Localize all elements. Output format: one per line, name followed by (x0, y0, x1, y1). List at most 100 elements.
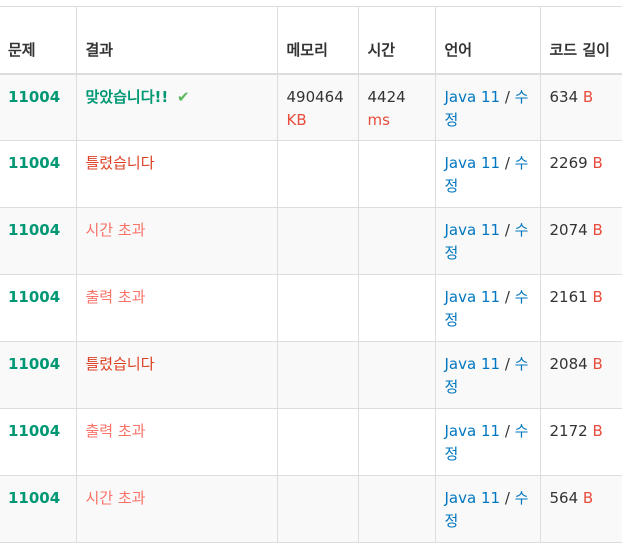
problem-cell: 11004 (0, 141, 76, 208)
time-cell (357, 140, 435, 208)
problem-link[interactable]: 11004 (8, 355, 60, 373)
result-cell: 출력 초과 (75, 408, 277, 476)
table-row: 11004 시간 초과 Java 11 / 수정 2074 B (0, 207, 622, 275)
language-link[interactable]: Java 11 (445, 489, 501, 507)
code-length-cell: 2269 B (539, 140, 622, 208)
memory-cell (276, 274, 358, 342)
table-row: 11004 출력 초과 Java 11 / 수정 2172 B (0, 408, 622, 476)
problem-cell: 11004 (0, 409, 76, 476)
language-cell: Java 11 / 수정 (434, 475, 540, 543)
memory-cell: 490464 KB (276, 73, 358, 141)
result-cell: 시간 초과 (75, 207, 277, 275)
code-length-value: 2269 (549, 154, 588, 172)
code-length-value: 634 (549, 87, 579, 106)
language-cell: Java 11 / 수정 (434, 207, 540, 275)
code-length-cell: 2074 B (539, 207, 622, 275)
language-link[interactable]: Java 11 (445, 154, 501, 172)
result-text: 출력 초과 (85, 422, 146, 440)
header-language: 언어 (434, 6, 540, 75)
problem-cell: 11004 (0, 208, 76, 275)
code-length-unit: B (592, 288, 603, 306)
result-text: 시간 초과 (85, 221, 146, 239)
code-length-unit: B (592, 154, 603, 172)
result-cell: 출력 초과 (75, 274, 277, 342)
language-separator: / (500, 355, 515, 373)
memory-value: 490464 (286, 87, 344, 106)
result-text: 시간 초과 (85, 489, 146, 507)
result-cell: 틀렸습니다 (75, 140, 277, 208)
submission-table: 문제 결과 메모리 시간 언어 코드 길이 11004 맞았습니다!! ✔ 49… (0, 6, 622, 543)
result-text: 출력 초과 (85, 288, 146, 306)
time-cell (357, 475, 435, 543)
header-memory: 메모리 (276, 6, 358, 75)
problem-cell: 11004 (0, 74, 76, 141)
problem-cell: 11004 (0, 275, 76, 342)
header-time: 시간 (357, 6, 435, 75)
time-cell (357, 207, 435, 275)
problem-link[interactable]: 11004 (8, 154, 60, 172)
code-length-value: 2172 (549, 422, 588, 440)
language-cell: Java 11 / 수정 (434, 274, 540, 342)
language-separator: / (500, 422, 515, 440)
language-link[interactable]: Java 11 (445, 422, 501, 440)
problem-cell: 11004 (0, 342, 76, 409)
language-link[interactable]: Java 11 (445, 221, 501, 239)
code-length-unit: B (592, 355, 603, 373)
result-text: 틀렸습니다 (85, 355, 155, 373)
table-row: 11004 틀렸습니다 Java 11 / 수정 2269 B (0, 140, 622, 208)
problem-cell: 11004 (0, 476, 76, 543)
problem-link[interactable]: 11004 (8, 221, 60, 239)
result-cell: 맞았습니다!! ✔ (75, 73, 277, 141)
language-separator: / (500, 87, 515, 106)
language-separator: / (500, 154, 515, 172)
memory-cell (276, 341, 358, 409)
table-header-row: 문제 결과 메모리 시간 언어 코드 길이 (0, 6, 622, 75)
time-cell (357, 341, 435, 409)
code-length-unit: B (582, 87, 594, 106)
language-separator: / (500, 288, 515, 306)
problem-link[interactable]: 11004 (8, 288, 60, 306)
memory-cell (276, 408, 358, 476)
code-length-value: 2161 (549, 288, 588, 306)
result-cell: 틀렸습니다 (75, 341, 277, 409)
code-length-cell: 564 B (539, 475, 622, 543)
problem-link[interactable]: 11004 (8, 489, 60, 507)
language-separator: / (500, 489, 515, 507)
code-length-cell: 2172 B (539, 408, 622, 476)
memory-unit: KB (286, 110, 307, 129)
result-text: 틀렸습니다 (85, 154, 155, 172)
code-length-cell: 634 B (539, 73, 622, 141)
time-cell (357, 274, 435, 342)
code-length-value: 564 (549, 489, 579, 507)
check-icon: ✔ (176, 87, 190, 106)
memory-cell (276, 475, 358, 543)
result-cell: 시간 초과 (75, 475, 277, 543)
language-separator: / (500, 221, 515, 239)
code-length-unit: B (582, 489, 594, 507)
language-cell: Java 11 / 수정 (434, 408, 540, 476)
code-length-cell: 2084 B (539, 341, 622, 409)
code-length-unit: B (592, 422, 603, 440)
header-code-length: 코드 길이 (539, 6, 622, 75)
time-unit: ms (367, 110, 390, 129)
problem-link[interactable]: 11004 (8, 88, 60, 106)
language-cell: Java 11 / 수정 (434, 140, 540, 208)
header-problem: 문제 (0, 6, 76, 75)
language-link[interactable]: Java 11 (445, 88, 501, 106)
code-length-unit: B (592, 221, 603, 239)
language-cell: Java 11 / 수정 (434, 341, 540, 409)
language-cell: Java 11 / 수정 (434, 73, 540, 141)
time-value: 4424 (367, 87, 406, 106)
header-result: 결과 (75, 6, 277, 75)
problem-link[interactable]: 11004 (8, 422, 60, 440)
code-length-value: 2074 (549, 221, 588, 239)
code-length-cell: 2161 B (539, 274, 622, 342)
code-length-value: 2084 (549, 355, 588, 373)
result-text: 맞았습니다!! (85, 87, 169, 106)
table-row: 11004 시간 초과 Java 11 / 수정 564 B (0, 475, 622, 543)
table-row: 11004 출력 초과 Java 11 / 수정 2161 B (0, 274, 622, 342)
time-cell: 4424 ms (357, 73, 435, 141)
language-link[interactable]: Java 11 (445, 288, 501, 306)
language-link[interactable]: Java 11 (445, 355, 501, 373)
table-row: 11004 맞았습니다!! ✔ 490464 KB 4424 ms Java 1… (0, 73, 622, 141)
